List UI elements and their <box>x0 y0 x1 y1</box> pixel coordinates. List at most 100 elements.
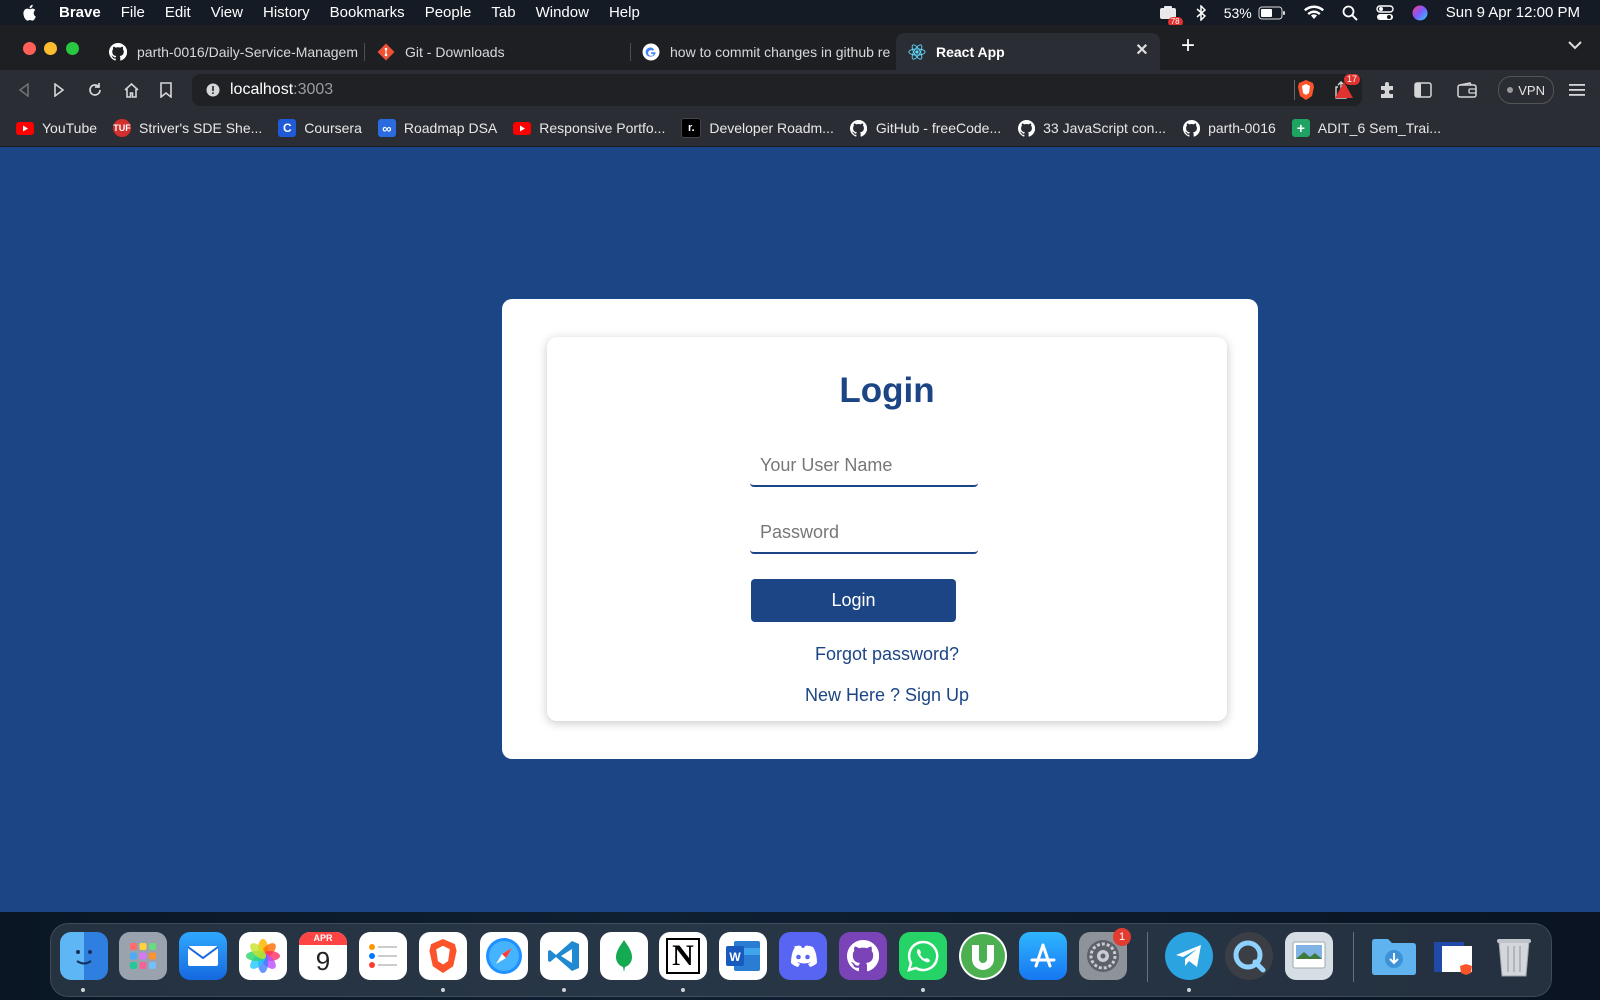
tab-google-search[interactable]: how to commit changes in github re <box>630 33 895 70</box>
home-icon[interactable] <box>119 78 143 102</box>
discord-icon[interactable] <box>779 932 827 980</box>
apple-icon[interactable] <box>21 4 37 21</box>
whatsapp-icon[interactable] <box>899 932 947 980</box>
bookmarks-bar: YouTube TUF Striver's SDE She... C Cours… <box>0 110 1600 147</box>
notification-app-icon[interactable]: 78 <box>1158 5 1183 27</box>
vpn-button[interactable]: VPN <box>1498 76 1554 104</box>
preview-icon[interactable] <box>1285 932 1333 980</box>
brave-shields-icon[interactable] <box>1294 78 1318 102</box>
battery-icon[interactable] <box>1258 6 1286 20</box>
vscode-icon[interactable] <box>540 932 588 980</box>
bookmark-coursera[interactable]: C Coursera <box>278 119 362 137</box>
word-icon[interactable]: W <box>719 932 767 980</box>
forgot-password-link[interactable]: Forgot password? <box>547 644 1227 665</box>
reminders-icon[interactable] <box>359 932 407 980</box>
react-icon <box>908 43 926 61</box>
tab-git-downloads[interactable]: Git - Downloads <box>365 33 630 70</box>
menu-window[interactable]: Window <box>536 0 589 25</box>
calendar-month: APR <box>299 932 347 945</box>
menu-tab[interactable]: Tab <box>491 0 515 25</box>
dock-running-indicator <box>1187 988 1191 992</box>
mongodb-icon[interactable] <box>600 932 648 980</box>
tab-react-app[interactable]: React App ✕ <box>896 33 1160 70</box>
finder-icon[interactable] <box>60 932 108 980</box>
app-store-icon[interactable] <box>1019 932 1067 980</box>
notion-icon[interactable]: N <box>659 932 707 980</box>
wifi-icon[interactable] <box>1303 5 1324 20</box>
coursera-icon: C <box>278 119 297 137</box>
login-button[interactable]: Login <box>751 579 956 622</box>
site-info-icon[interactable] <box>206 83 220 97</box>
tab-title: React App <box>936 43 1005 60</box>
menu-help[interactable]: Help <box>609 0 640 25</box>
extensions-icon[interactable] <box>1375 78 1399 102</box>
browser-tab-strip: parth-0016/Daily-Service-Managem Git - D… <box>0 25 1600 70</box>
photos-icon[interactable] <box>239 932 287 980</box>
settings-notification-badge: 1 <box>1113 928 1131 946</box>
new-tab-icon[interactable]: + <box>1176 34 1200 59</box>
safari-icon[interactable] <box>480 932 528 980</box>
bookmark-roadmap-dsa[interactable]: ∞ Roadmap DSA <box>377 119 497 137</box>
siri-icon[interactable] <box>1412 5 1428 21</box>
vpn-label: VPN <box>1518 82 1545 98</box>
menu-file[interactable]: File <box>121 0 145 25</box>
trash-icon[interactable] <box>1490 932 1538 980</box>
dock-separator <box>1147 932 1148 982</box>
bookmark-label: parth-0016 <box>1208 120 1276 136</box>
infinity-icon: ∞ <box>377 119 396 137</box>
menu-bookmarks[interactable]: Bookmarks <box>330 0 405 25</box>
bookmark-parth-0016[interactable]: parth-0016 <box>1182 119 1276 137</box>
main-menu-icon[interactable] <box>1565 78 1589 102</box>
calendar-icon[interactable]: APR 9 <box>299 932 347 980</box>
forward-icon[interactable] <box>47 78 71 102</box>
window-zoom-button[interactable] <box>66 42 79 55</box>
brave-icon[interactable] <box>419 932 467 980</box>
menu-people[interactable]: People <box>425 0 472 25</box>
browser-toolbar: localhost:3003 17 VPN <box>0 70 1600 110</box>
address-bar[interactable]: localhost:3003 <box>192 74 1362 106</box>
bookmark-label: ADIT_6 Sem_Trai... <box>1317 120 1441 136</box>
sidebar-icon[interactable] <box>1411 78 1435 102</box>
bookmark-developer-roadmaps[interactable]: r. Developer Roadm... <box>681 118 834 138</box>
username-input[interactable] <box>750 445 978 487</box>
launchpad-icon[interactable] <box>119 932 167 980</box>
bookmark-responsive-portfolio[interactable]: Responsive Portfo... <box>513 119 665 137</box>
menu-history[interactable]: History <box>263 0 310 25</box>
bookmark-adit-sem-training[interactable]: + ADIT_6 Sem_Trai... <box>1291 119 1441 137</box>
window-minimize-button[interactable] <box>44 42 57 55</box>
bookmark-github-freecodecamp[interactable]: GitHub - freeCode... <box>850 119 1001 137</box>
tab-title: Git - Downloads <box>405 43 505 60</box>
window-close-button[interactable] <box>23 42 36 55</box>
menu-edit[interactable]: Edit <box>165 0 191 25</box>
menu-view[interactable]: View <box>211 0 243 25</box>
downloads-folder-icon[interactable] <box>1370 932 1418 980</box>
bookmark-youtube[interactable]: YouTube <box>16 119 97 137</box>
tab-search-chevron-icon[interactable] <box>1568 37 1582 53</box>
close-tab-icon[interactable]: ✕ <box>1132 41 1152 61</box>
tab-github-repo[interactable]: parth-0016/Daily-Service-Managem <box>97 33 362 70</box>
menu-clock[interactable]: Sun 9 Apr 12:00 PM <box>1446 4 1580 21</box>
utorrent-icon[interactable] <box>959 932 1007 980</box>
document-stack-icon[interactable] <box>1430 932 1478 980</box>
rewards-badge: 17 <box>1344 74 1361 85</box>
mail-icon[interactable] <box>179 932 227 980</box>
bookmark-icon[interactable] <box>154 78 178 102</box>
control-center-icon[interactable] <box>1376 4 1394 21</box>
bookmark-label: YouTube <box>42 120 98 136</box>
macos-menu-bar: Brave File Edit View History Bookmarks P… <box>0 0 1600 27</box>
bookmark-striver-sde-sheet[interactable]: TUF Striver's SDE She... <box>113 119 262 137</box>
password-input[interactable] <box>750 512 978 554</box>
brave-rewards-icon[interactable]: 17 <box>1332 74 1361 102</box>
github-desktop-icon[interactable] <box>839 932 887 980</box>
url-port: :3003 <box>293 81 334 98</box>
menu-app-name[interactable]: Brave <box>59 0 101 25</box>
telegram-icon[interactable] <box>1165 932 1213 980</box>
quicktime-icon[interactable] <box>1225 932 1273 980</box>
wallet-icon[interactable] <box>1455 78 1479 102</box>
bookmark-33-javascript-concepts[interactable]: 33 JavaScript con... <box>1017 119 1166 137</box>
bluetooth-icon[interactable] <box>1196 4 1206 21</box>
back-icon[interactable] <box>12 78 36 102</box>
reload-icon[interactable] <box>83 78 107 102</box>
sign-up-link[interactable]: New Here ? Sign Up <box>547 685 1227 706</box>
spotlight-search-icon[interactable] <box>1342 5 1358 21</box>
